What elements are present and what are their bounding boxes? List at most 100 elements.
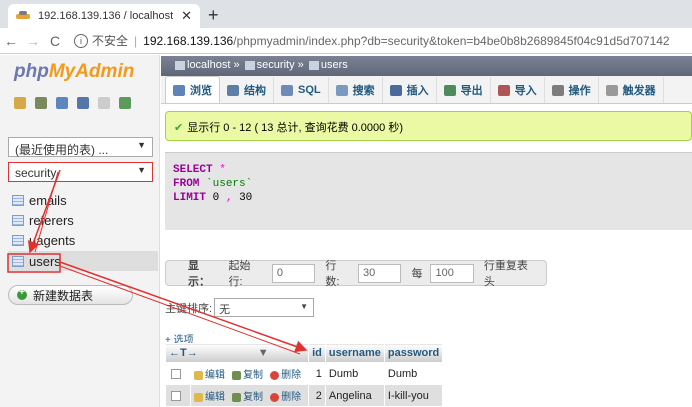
table-link-users[interactable]: users [8, 251, 158, 271]
delete-button[interactable]: 删除 [270, 370, 301, 381]
cell-username[interactable]: Angelina [324, 384, 385, 407]
table-icon [12, 215, 24, 226]
tab-title: 192.168.139.136 / localhost / s [38, 10, 176, 22]
row-checkbox-cell [165, 362, 191, 385]
sql-query-icon[interactable] [56, 97, 68, 109]
docs-icon[interactable] [98, 97, 110, 109]
table-link-uagents[interactable]: uagents [12, 233, 75, 248]
info-icon[interactable]: i [74, 33, 88, 48]
start-row-input[interactable]: 0 [271, 263, 316, 283]
sql-keyword: SELECT [173, 164, 213, 176]
column-header-id[interactable]: id [308, 343, 326, 363]
copy-button[interactable]: 复制 [232, 370, 263, 381]
table-link-emails[interactable]: emails [12, 193, 67, 208]
sql-icon [281, 84, 293, 96]
sql-line-select: SELECT * [173, 163, 684, 177]
nav-icon-row [14, 97, 131, 109]
database-icon [244, 60, 255, 70]
cell-username[interactable]: Dumb [324, 362, 385, 385]
close-tab-icon[interactable]: ✕ [181, 8, 192, 24]
new-table-button[interactable]: 新建数据表 [8, 285, 133, 305]
edit-button[interactable]: 编辑 [194, 392, 225, 403]
browser-tab[interactable]: 192.168.139.136 / localhost / s ✕ [8, 4, 200, 28]
sql-symbol: , [225, 192, 233, 204]
copy-button[interactable]: 复制 [232, 392, 263, 403]
reload-nav-icon[interactable] [119, 97, 131, 109]
copy-icon [232, 392, 242, 402]
edit-label: 编辑 [205, 392, 225, 403]
tab-operations[interactable]: 操作 [545, 77, 599, 103]
tab-sql[interactable]: SQL [274, 77, 329, 103]
start-row-label: 起始行: [228, 260, 251, 288]
repeat-header-input[interactable]: 100 [430, 263, 474, 283]
sort-select[interactable]: 无 ▼ [214, 298, 315, 317]
delete-icon [270, 392, 280, 402]
breadcrumb-server[interactable]: localhost [187, 59, 230, 71]
repeat-header-label: 行重复表头 [483, 260, 528, 288]
sql-line-from: FROM `users` [173, 177, 684, 191]
help-icon[interactable] [77, 97, 89, 109]
home-icon[interactable] [14, 97, 26, 109]
tab-label: 插入 [406, 85, 429, 97]
server-icon [175, 60, 185, 70]
tab-label: SQL [298, 84, 321, 96]
browse-icon [173, 84, 185, 96]
sort-arrows-header[interactable]: ←T→ ▼ [164, 343, 310, 363]
column-header-username[interactable]: username [324, 343, 385, 363]
tab-import[interactable]: 导入 [491, 77, 545, 103]
rows-input[interactable]: 30 [358, 263, 402, 283]
row-checkbox[interactable] [171, 390, 181, 401]
breadcrumb-database[interactable]: security [257, 59, 295, 71]
divider: | [134, 33, 138, 48]
row-checkbox[interactable] [171, 368, 181, 379]
logout-icon[interactable] [35, 97, 47, 109]
url-host: 192.168.139.136 [143, 33, 234, 48]
forward-button[interactable]: → [22, 33, 44, 49]
tab-export[interactable]: 导出 [437, 77, 491, 103]
tab-search[interactable]: 搜索 [329, 77, 383, 103]
every-label: 每 [411, 268, 423, 280]
tab-insert[interactable]: 插入 [383, 77, 437, 103]
table-icon [308, 60, 319, 70]
table-name: referers [29, 213, 74, 228]
trigger-icon [605, 84, 618, 96]
screen: 192.168.139.136 / localhost / s ✕ + ← → … [0, 0, 692, 407]
back-button[interactable]: ← [0, 33, 22, 49]
breadcrumb-separator: » [297, 59, 304, 71]
results-table: ←T→ ▼ id username password 编辑 复制 删除 1 Dum… [164, 343, 444, 407]
tab-label: 搜索 [352, 85, 375, 97]
tab-label: 导入 [514, 85, 537, 97]
column-header-password[interactable]: password [383, 343, 444, 363]
cell-password[interactable]: I-kill-you [383, 384, 444, 407]
tab-label: 操作 [568, 85, 591, 97]
tab-browse[interactable]: 浏览 [165, 76, 220, 103]
cell-password[interactable]: Dumb [383, 362, 444, 385]
phpmyadmin-logo[interactable]: phpMyAdmin [14, 61, 134, 83]
pencil-icon [194, 392, 203, 402]
add-icon [17, 287, 27, 300]
cell-id[interactable]: 2 [308, 384, 326, 407]
tab-structure[interactable]: 结构 [220, 77, 274, 103]
tab-triggers[interactable]: 触发器 [599, 77, 664, 103]
browser-tab-bar: 192.168.139.136 / localhost / s ✕ + [0, 0, 692, 28]
table-link-referers[interactable]: referers [12, 213, 74, 228]
table-name: emails [29, 193, 67, 208]
tab-label: 浏览 [190, 85, 212, 97]
cell-id[interactable]: 1 [308, 362, 326, 385]
recent-tables-select[interactable]: (最近使用的表) ... ▼ [8, 137, 153, 157]
url-field[interactable]: 192.168.139.136/phpmyadmin/index.php?db=… [143, 34, 692, 48]
sort-direction-icon[interactable]: ▼ [258, 347, 269, 359]
tab-label: 导出 [460, 85, 483, 97]
edit-button[interactable]: 编辑 [194, 370, 225, 381]
database-select[interactable]: security ▼ [8, 162, 153, 182]
breadcrumb-table[interactable]: users [321, 59, 348, 71]
sort-value: 无 [219, 304, 231, 316]
sql-symbol: * [219, 164, 226, 176]
sql-keyword: FROM [173, 178, 200, 190]
delete-button[interactable]: 删除 [270, 392, 301, 403]
not-secure-label: 不安全 [92, 34, 129, 48]
reload-button[interactable]: C [44, 33, 66, 49]
new-tab-button[interactable]: + [208, 6, 219, 24]
rows-label: 行数: [325, 260, 340, 288]
table-icon [12, 255, 24, 267]
